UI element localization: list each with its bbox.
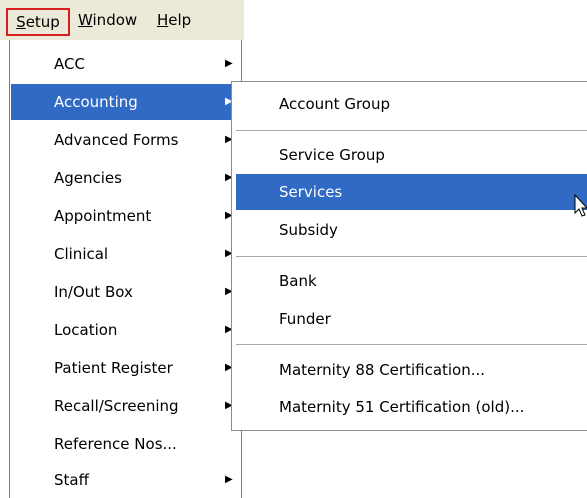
menu-setup-label: etup bbox=[25, 13, 60, 31]
accounting-item-funder[interactable]: Funder bbox=[236, 301, 587, 337]
setup-item-location[interactable]: Location ▶ bbox=[11, 312, 240, 348]
menu-item-label: Recall/Screening bbox=[54, 397, 179, 415]
menu-window-mnemonic: W bbox=[78, 11, 93, 29]
menu-item-label: Services bbox=[279, 183, 343, 201]
setup-dropdown-menu: ACC ▶ Accounting ▶ Advanced Forms ▶ Agencie… bbox=[9, 40, 242, 498]
menu-window[interactable]: Window bbox=[78, 8, 137, 34]
setup-item-agencies[interactable]: Agencies ▶ bbox=[11, 160, 240, 196]
menu-window-label: indow bbox=[92, 11, 138, 29]
menu-separator bbox=[236, 256, 587, 258]
setup-item-staff[interactable]: Staff ▶ bbox=[11, 462, 240, 498]
accounting-item-service-group[interactable]: Service Group bbox=[236, 137, 587, 173]
arrow-right-icon: ▶ bbox=[225, 58, 233, 69]
setup-item-advanced-forms[interactable]: Advanced Forms ▶ bbox=[11, 122, 240, 158]
menu-help-label: elp bbox=[168, 11, 192, 29]
setup-item-accounting[interactable]: Accounting ▶ bbox=[11, 84, 240, 120]
menu-item-label: Bank bbox=[279, 272, 317, 290]
menu-item-label: In/Out Box bbox=[54, 283, 133, 301]
menu-item-label: Staff bbox=[54, 471, 89, 489]
menu-bar: Setup Window Help bbox=[0, 0, 244, 40]
menu-item-label: ACC bbox=[54, 55, 85, 73]
setup-item-recall-screening[interactable]: Recall/Screening ▶ bbox=[11, 388, 240, 424]
accounting-item-account-group[interactable]: Account Group bbox=[236, 86, 587, 122]
menu-item-label: Maternity 88 Certification... bbox=[279, 361, 486, 379]
menu-separator bbox=[236, 344, 587, 346]
menu-separator bbox=[236, 130, 587, 132]
menu-item-label: Advanced Forms bbox=[54, 131, 179, 149]
menu-item-label: Agencies bbox=[54, 169, 122, 187]
setup-item-acc[interactable]: ACC ▶ bbox=[11, 46, 240, 82]
setup-item-appointment[interactable]: Appointment ▶ bbox=[11, 198, 240, 234]
accounting-item-maternity-51[interactable]: Maternity 51 Certification (old)... bbox=[236, 389, 587, 425]
accounting-item-maternity-88[interactable]: Maternity 88 Certification... bbox=[236, 352, 587, 388]
setup-item-reference-nos[interactable]: Reference Nos... bbox=[11, 426, 240, 462]
menu-item-label: Service Group bbox=[279, 146, 385, 164]
menu-item-label: Accounting bbox=[54, 93, 138, 111]
setup-item-clinical[interactable]: Clinical ▶ bbox=[11, 236, 240, 272]
menu-item-label: Subsidy bbox=[279, 221, 338, 239]
menu-item-label: Clinical bbox=[54, 245, 109, 263]
menu-item-label: Account Group bbox=[279, 95, 390, 113]
arrow-right-icon: ▶ bbox=[225, 474, 233, 485]
menu-item-label: Location bbox=[54, 321, 118, 339]
menu-setup[interactable]: Setup bbox=[6, 8, 70, 36]
accounting-item-bank[interactable]: Bank bbox=[236, 263, 587, 299]
menu-item-label: Funder bbox=[279, 310, 331, 328]
menu-help-mnemonic: H bbox=[157, 11, 169, 29]
setup-item-in-out-box[interactable]: In/Out Box ▶ bbox=[11, 274, 240, 310]
setup-item-patient-register[interactable]: Patient Register ▶ bbox=[11, 350, 240, 386]
menu-item-label: Patient Register bbox=[54, 359, 173, 377]
accounting-submenu: Account Group Service Group Services Sub… bbox=[231, 81, 587, 431]
menu-help[interactable]: Help bbox=[157, 8, 191, 34]
menu-item-label: Maternity 51 Certification (old)... bbox=[279, 398, 525, 416]
mouse-pointer-icon bbox=[574, 194, 587, 217]
menu-setup-mnemonic: S bbox=[16, 13, 26, 31]
accounting-item-subsidy[interactable]: Subsidy bbox=[236, 212, 587, 248]
accounting-item-services[interactable]: Services bbox=[236, 174, 587, 210]
menu-item-label: Reference Nos... bbox=[54, 435, 177, 453]
menu-item-label: Appointment bbox=[54, 207, 152, 225]
